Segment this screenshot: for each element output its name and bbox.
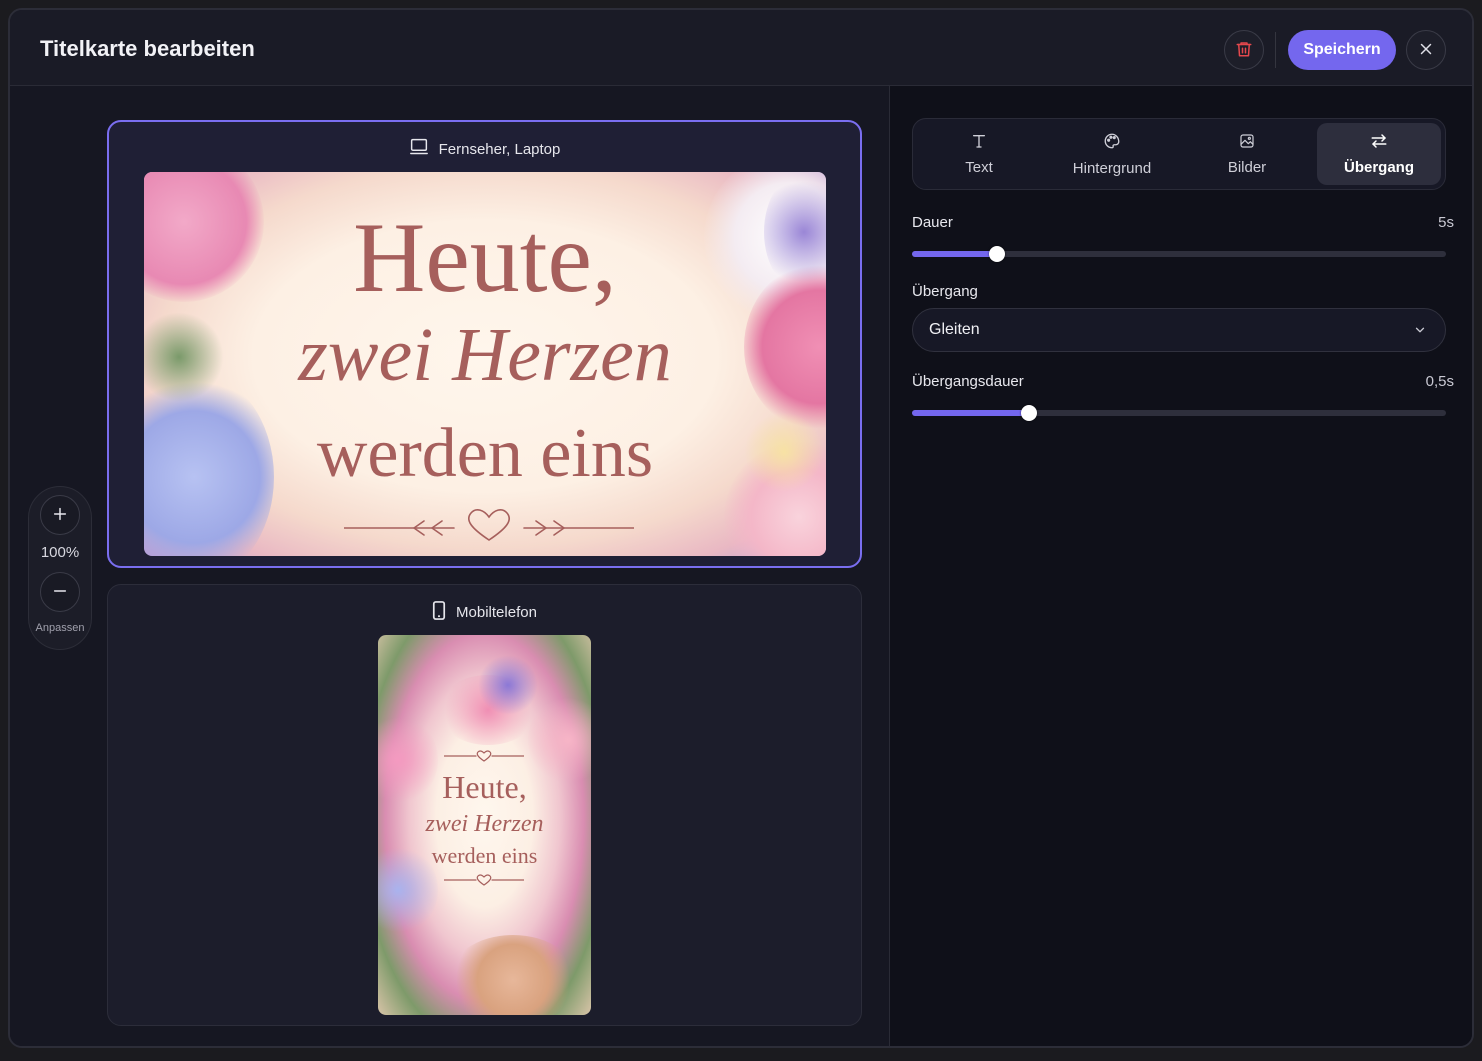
preview-pane: 100% Anpassen Fernseher, Laptop Heute, z… <box>10 86 889 1046</box>
mobile-preview-label: Mobiltelefon <box>108 601 861 624</box>
desktop-preview[interactable]: Fernseher, Laptop Heute, zwei Herzen wer… <box>107 120 862 568</box>
mobile-card-line1: Heute, <box>442 769 527 805</box>
duration-slider-fill <box>912 251 998 257</box>
text-icon <box>971 133 987 153</box>
transition-duration-label: Übergangsdauer <box>912 373 1024 390</box>
card-heading-line2: zwei Herzen <box>298 313 672 397</box>
desktop-title-card: Heute, zwei Herzen werden eins <box>144 172 826 556</box>
header-divider <box>1275 32 1276 68</box>
transition-duration-slider[interactable] <box>912 405 1446 421</box>
card-heading-line3: werden eins <box>316 415 654 492</box>
palette-icon <box>1103 132 1121 154</box>
tab-images-label: Bilder <box>1227 158 1267 176</box>
duration-label: Dauer <box>912 214 953 231</box>
settings-pane: Text Hintergrund Bilder Übergang Dauer 5… <box>889 86 1472 1046</box>
save-button[interactable]: Speichern <box>1288 30 1396 70</box>
settings-tabs: Text Hintergrund Bilder Übergang <box>912 118 1446 190</box>
tab-transition-label: Übergang <box>1343 158 1414 176</box>
zoom-in-button[interactable] <box>40 495 80 535</box>
mobile-preview[interactable]: Mobiltelefon Heute, zwei Herzen werden e… <box>107 584 862 1026</box>
hand-decoration <box>448 935 578 1015</box>
flower-decoration <box>478 655 538 715</box>
heart-flourish-icon <box>343 506 635 551</box>
mobile-label-text: Mobiltelefon <box>456 604 537 621</box>
monitor-icon <box>409 138 429 160</box>
heart-flourish-icon <box>443 873 525 892</box>
tab-text[interactable]: Text <box>917 123 1041 185</box>
close-button[interactable] <box>1406 30 1446 70</box>
tab-background-label: Hintergrund <box>1072 159 1152 177</box>
transition-duration-slider-fill <box>912 410 1030 416</box>
transition-duration-slider-handle[interactable] <box>1021 405 1038 421</box>
trash-icon <box>1235 40 1253 61</box>
card-heading-line1: Heute, <box>353 202 617 313</box>
edit-title-card-dialog: Titelkarte bearbeiten Speichern 100% Anp… <box>8 8 1474 1048</box>
duration-slider[interactable] <box>912 246 1446 262</box>
mobile-title-card: Heute, zwei Herzen werden eins <box>378 635 591 1015</box>
chevron-down-icon <box>1413 323 1427 342</box>
dialog-header: Titelkarte bearbeiten Speichern <box>10 10 1472 86</box>
delete-button[interactable] <box>1224 30 1264 70</box>
smartphone-icon <box>432 601 446 624</box>
images-icon <box>1239 133 1255 153</box>
transition-duration-value: 0,5s <box>1425 373 1454 390</box>
fit-to-screen-button[interactable]: Anpassen <box>29 622 91 634</box>
tab-transition[interactable]: Übergang <box>1317 123 1441 185</box>
tab-background[interactable]: Hintergrund <box>1047 123 1177 185</box>
tab-text-label: Text <box>965 158 993 176</box>
transition-selected-value: Gleiten <box>929 321 980 338</box>
zoom-level: 100% <box>40 544 80 561</box>
desktop-preview-label: Fernseher, Laptop <box>109 138 860 160</box>
transition-select[interactable]: Gleiten <box>912 308 1446 352</box>
plus-icon <box>52 506 68 525</box>
close-icon <box>1417 40 1435 61</box>
zoom-controls: 100% Anpassen <box>28 486 92 650</box>
minus-icon <box>52 583 68 602</box>
tab-images[interactable]: Bilder <box>1185 123 1309 185</box>
zoom-out-button[interactable] <box>40 572 80 612</box>
mobile-card-line3: werden eins <box>431 843 538 868</box>
heart-flourish-icon <box>443 749 525 768</box>
transition-label: Übergang <box>912 283 978 300</box>
mobile-card-line2: zwei Herzen <box>425 811 544 837</box>
desktop-label-text: Fernseher, Laptop <box>438 140 561 158</box>
duration-slider-handle[interactable] <box>989 246 1006 262</box>
transition-icon <box>1370 133 1388 153</box>
dialog-title: Titelkarte bearbeiten <box>40 36 255 61</box>
duration-value: 5s <box>1438 214 1454 231</box>
